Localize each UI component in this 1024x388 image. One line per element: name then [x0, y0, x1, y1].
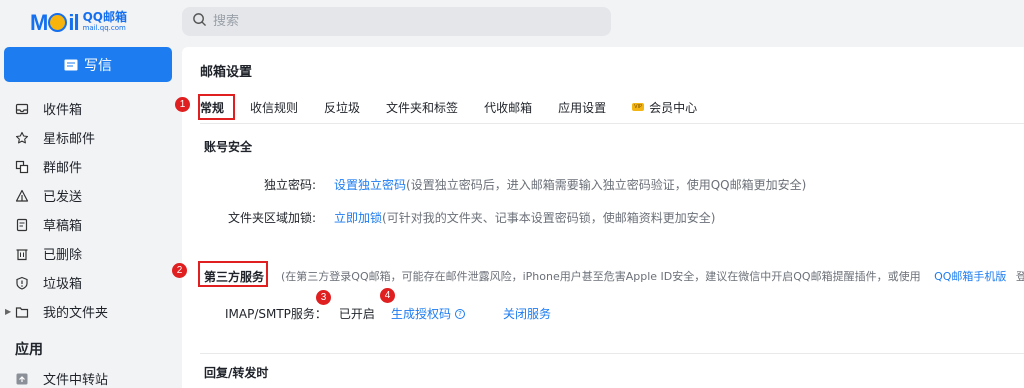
- sidebar-item-deleted[interactable]: 已删除: [0, 239, 176, 268]
- row-note: (设置独立密码后，进入邮箱需要输入独立密码验证，使用QQ邮箱更加安全): [406, 178, 807, 192]
- tab-vip-center[interactable]: VIP 会员中心: [632, 99, 697, 116]
- desc-tail: 登录。): [1015, 270, 1024, 283]
- sidebar-item-label: 文件中转站: [43, 373, 109, 388]
- caret-right-icon[interactable]: ▶: [5, 307, 15, 316]
- sidebar-item-label: 我的文件夹: [43, 306, 109, 321]
- tab-receive-rules[interactable]: 收信规则: [250, 99, 298, 116]
- qq-mail-logo[interactable]: Mil QQ邮箱 mail.qq.com: [30, 9, 127, 35]
- search-icon: [192, 12, 207, 31]
- sidebar-item-label: 草稿箱: [43, 219, 83, 234]
- annotation-marker-4: 4: [380, 288, 395, 303]
- help-icon[interactable]: ?: [454, 308, 465, 319]
- sidebar-item-sent[interactable]: 已发送: [0, 181, 176, 210]
- tab-anti-spam[interactable]: 反垃圾: [324, 99, 360, 116]
- sidebar: 收件箱 星标邮件 群邮件 已发送 草稿箱 已删除 垃圾箱 ▶ 我的文件夹 应用 …: [0, 94, 176, 388]
- sidebar-item-label: 星标邮件: [43, 132, 96, 147]
- sent-icon: [15, 189, 29, 203]
- reply-forward-title: 回复/转发时: [204, 366, 269, 380]
- independent-password-row: 独立密码: 设置独立密码 (设置独立密码后，进入邮箱需要输入独立密码验证，使用Q…: [182, 176, 806, 193]
- highlight-box-third-party: [198, 261, 268, 287]
- sidebar-item-label: 收件箱: [43, 103, 83, 118]
- mobile-app-link[interactable]: QQ邮箱手机版: [934, 270, 1006, 283]
- sidebar-item-label: 已删除: [43, 248, 83, 263]
- imap-label: IMAP/SMTP服务：: [225, 307, 327, 321]
- tabs-divider: [200, 123, 1024, 124]
- folder-icon: [15, 305, 29, 319]
- draft-icon: [15, 218, 29, 232]
- settings-panel: 邮箱设置 常规 收信规则 反垃圾 文件夹和标签 代收邮箱 应用设置 VIP 会员…: [182, 47, 1024, 388]
- lock-now-link[interactable]: 立即加锁: [334, 209, 382, 226]
- section-divider: [200, 353, 1024, 354]
- tab-folders-labels[interactable]: 文件夹和标签: [386, 99, 458, 116]
- group-mail-icon: [15, 160, 29, 174]
- annotation-marker-3: 3: [316, 290, 331, 305]
- spam-icon: [15, 276, 29, 290]
- row-label: 文件夹区域加锁:: [227, 211, 316, 225]
- tab-collect-mail[interactable]: 代收邮箱: [484, 99, 532, 116]
- tab-label: 会员中心: [649, 100, 698, 115]
- page-title: 邮箱设置: [200, 65, 253, 80]
- imap-status: 已开启: [338, 307, 375, 321]
- desc-text: (在第三方登录QQ邮箱，可能存在邮件泄露风险，iPhone用户甚至危害Apple…: [281, 270, 921, 283]
- logo-cn: QQ邮箱: [82, 10, 127, 24]
- search-bar[interactable]: [182, 7, 611, 36]
- row-note: (可针对我的文件夹、记事本设置密码锁，使邮箱资料更加安全): [382, 211, 716, 225]
- trash-icon: [15, 247, 29, 261]
- inbox-icon: [15, 102, 29, 116]
- sidebar-item-drafts[interactable]: 草稿箱: [0, 210, 176, 239]
- compose-icon: [64, 59, 78, 70]
- transfer-icon: [15, 372, 29, 386]
- sidebar-item-file-transfer[interactable]: 文件中转站: [0, 364, 176, 388]
- compose-label: 写信: [84, 57, 112, 74]
- account-security-title: 账号安全: [204, 140, 253, 154]
- sidebar-item-starred[interactable]: 星标邮件: [0, 123, 176, 152]
- close-service-link[interactable]: 关闭服务: [503, 305, 551, 322]
- sidebar-item-label: 已发送: [43, 190, 83, 205]
- annotation-marker-1: 1: [175, 97, 190, 112]
- highlight-box-general-tab: [198, 94, 235, 120]
- settings-tabs: 常规 收信规则 反垃圾 文件夹和标签 代收邮箱 应用设置 VIP 会员中心: [200, 95, 723, 119]
- third-party-desc: (在第三方登录QQ邮箱，可能存在邮件泄露风险，iPhone用户甚至危害Apple…: [281, 268, 1024, 284]
- annotation-marker-2: 2: [172, 263, 187, 278]
- search-input[interactable]: [213, 14, 593, 29]
- sidebar-item-spam[interactable]: 垃圾箱: [0, 268, 176, 297]
- vip-icon: VIP: [632, 103, 645, 111]
- generate-auth-code-link[interactable]: 生成授权码: [391, 305, 451, 322]
- sidebar-item-group-mail[interactable]: 群邮件: [0, 152, 176, 181]
- folder-lock-row: 文件夹区域加锁: 立即加锁 (可针对我的文件夹、记事本设置密码锁，使邮箱资料更加…: [182, 209, 715, 226]
- imap-smtp-row: IMAP/SMTP服务： 已开启 生成授权码 ? 关闭服务: [225, 305, 551, 322]
- logo-mark: Mil: [30, 9, 80, 35]
- logo-en: mail.qq.com: [82, 24, 126, 32]
- apps-section-title: 应用: [15, 342, 43, 358]
- compose-button[interactable]: 写信: [4, 47, 172, 82]
- sidebar-item-inbox[interactable]: 收件箱: [0, 94, 176, 123]
- sidebar-item-label: 垃圾箱: [43, 277, 83, 292]
- star-icon: [15, 131, 29, 145]
- sidebar-item-my-folders[interactable]: ▶ 我的文件夹: [0, 297, 176, 326]
- set-password-link[interactable]: 设置独立密码: [334, 176, 406, 193]
- tab-app-settings[interactable]: 应用设置: [558, 99, 606, 116]
- sidebar-item-label: 群邮件: [43, 161, 83, 176]
- row-label: 独立密码:: [263, 178, 316, 192]
